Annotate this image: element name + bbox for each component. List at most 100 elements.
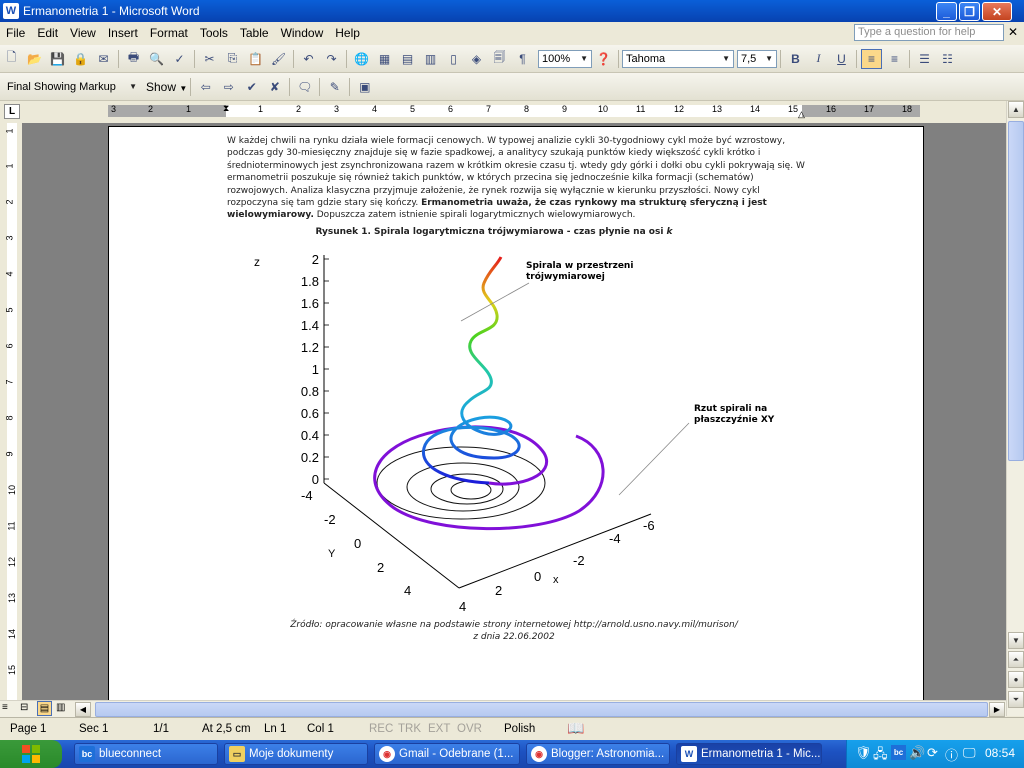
scroll-up-icon[interactable]: ▲ bbox=[1008, 101, 1024, 118]
menu-help[interactable]: Help bbox=[329, 26, 366, 40]
help-search-input[interactable]: Type a question for help bbox=[854, 24, 1004, 41]
hscroll-thumb[interactable] bbox=[95, 702, 988, 717]
menu-edit[interactable]: Edit bbox=[31, 26, 64, 40]
format-painter-icon[interactable]: 🖌 bbox=[268, 49, 289, 69]
monitor-icon[interactable]: 🖵 bbox=[963, 745, 976, 761]
task-blogger[interactable]: ◉ Blogger: Astronomia... bbox=[526, 743, 670, 765]
zoom-select[interactable]: 100% ▼ bbox=[538, 49, 592, 68]
vertical-ruler[interactable]: 1 1 2 3 4 5 6 7 8 9 10 11 12 13 14 15 bbox=[0, 123, 22, 700]
task-word[interactable]: W Ermanometria 1 - Mic... bbox=[676, 743, 822, 765]
doc-close-icon[interactable]: ✕ bbox=[1008, 25, 1018, 39]
tables-borders-icon[interactable]: ▦ bbox=[374, 49, 395, 69]
minimize-button[interactable]: _ bbox=[936, 2, 957, 21]
network-icon[interactable]: 🖧 bbox=[873, 745, 888, 767]
clock[interactable]: 08:54 bbox=[985, 746, 1015, 760]
menu-window[interactable]: Window bbox=[275, 26, 330, 40]
open-folder-icon[interactable]: 📂 bbox=[24, 49, 45, 69]
task-gmail[interactable]: ◉ Gmail - Odebrane (1... bbox=[374, 743, 520, 765]
status-ovr[interactable]: OVR bbox=[457, 723, 482, 735]
bold-icon[interactable]: B bbox=[785, 49, 806, 69]
document-page[interactable]: W każdej chwili na rynku działa wiele fo… bbox=[108, 126, 924, 700]
title-bar[interactable]: W Ermanometria 1 - Microsoft Word _ ❐ ✕ bbox=[0, 0, 1024, 22]
reject-change-icon[interactable]: ✘ bbox=[264, 77, 285, 97]
status-trk[interactable]: TRK bbox=[398, 723, 421, 735]
permission-icon[interactable]: 🔒 bbox=[70, 49, 91, 69]
start-button[interactable] bbox=[0, 740, 62, 768]
select-browse-object-icon[interactable]: ● bbox=[1008, 671, 1024, 688]
status-rec[interactable]: REC bbox=[369, 723, 393, 735]
drawing-icon[interactable]: ◈ bbox=[466, 49, 487, 69]
spelling-icon[interactable]: ✓ bbox=[169, 49, 190, 69]
menu-table[interactable]: Table bbox=[234, 26, 275, 40]
menu-file[interactable]: File bbox=[0, 26, 31, 40]
menu-insert[interactable]: Insert bbox=[102, 26, 144, 40]
task-moje-dokumenty[interactable]: ▭ Moje dokumenty bbox=[224, 743, 368, 765]
align-left-icon[interactable]: ≡ bbox=[861, 48, 882, 69]
copy-icon[interactable]: ⎘ bbox=[222, 49, 243, 69]
menu-view[interactable]: View bbox=[64, 26, 102, 40]
maximize-button[interactable]: ❐ bbox=[959, 2, 980, 21]
status-language[interactable]: Polish bbox=[504, 723, 535, 735]
document-area[interactable]: W każdej chwili na rynku działa wiele fo… bbox=[22, 123, 1006, 700]
new-document-icon[interactable]: 🗋 bbox=[1, 49, 22, 69]
reading-layout-icon[interactable]: ▥ bbox=[56, 702, 65, 713]
document-map-icon[interactable]: 🗐 bbox=[489, 49, 510, 69]
print-layout-icon[interactable]: ▤ bbox=[37, 701, 52, 716]
show-hide-icon[interactable]: ¶ bbox=[512, 49, 533, 69]
shield-icon[interactable]: 🛡 bbox=[855, 745, 872, 761]
font-size-select[interactable]: 7,5 ▼ bbox=[737, 49, 777, 68]
task-blueconnect[interactable]: bc blueconnect bbox=[74, 743, 218, 765]
align-center-icon[interactable]: ≡ bbox=[884, 49, 905, 69]
word-app-icon[interactable]: W bbox=[3, 3, 19, 19]
columns-icon[interactable]: ▯ bbox=[443, 49, 464, 69]
next-change-icon[interactable]: ⇨ bbox=[218, 77, 239, 97]
update-icon[interactable]: ⟳ bbox=[927, 745, 938, 761]
vertical-scrollbar[interactable]: ▲ ▼ ⏶ ● ⏷ bbox=[1006, 101, 1024, 716]
redo-icon[interactable]: ↷ bbox=[321, 49, 342, 69]
print-icon[interactable]: 🖶 bbox=[123, 49, 144, 69]
previous-change-icon[interactable]: ⇦ bbox=[195, 77, 216, 97]
italic-icon[interactable]: I bbox=[808, 49, 829, 69]
cut-icon[interactable]: ✂ bbox=[199, 49, 220, 69]
scroll-left-icon[interactable]: ◀ bbox=[75, 702, 91, 717]
undo-icon[interactable]: ↶ bbox=[298, 49, 319, 69]
spelling-status-icon[interactable]: 📖 bbox=[567, 720, 584, 737]
menu-format[interactable]: Format bbox=[144, 26, 194, 40]
display-for-review-select[interactable]: Final Showing Markup ▼ bbox=[4, 78, 140, 96]
status-ext[interactable]: EXT bbox=[428, 723, 450, 735]
print-preview-icon[interactable]: 🔍 bbox=[146, 49, 167, 69]
web-layout-icon[interactable]: ⊟ bbox=[20, 702, 28, 713]
horizontal-scrollbar[interactable]: ≡ ⊟ ▤ ▥ ◀ ▶ bbox=[0, 700, 1006, 717]
show-menu[interactable]: Show ▼ bbox=[146, 80, 187, 94]
insert-table-icon[interactable]: ▤ bbox=[397, 49, 418, 69]
close-button[interactable]: ✕ bbox=[982, 2, 1012, 21]
tab-selector-icon[interactable]: L bbox=[4, 104, 20, 119]
help-icon[interactable]: ❓ bbox=[593, 49, 614, 69]
normal-view-icon[interactable]: ≡ bbox=[2, 702, 8, 713]
underline-icon[interactable]: U bbox=[831, 49, 852, 69]
email-icon[interactable]: ✉ bbox=[93, 49, 114, 69]
next-page-icon[interactable]: ⏷ bbox=[1008, 691, 1024, 708]
body-paragraph[interactable]: W każdej chwili na rynku działa wiele fo… bbox=[227, 135, 807, 222]
font-select[interactable]: Tahoma ▼ bbox=[622, 49, 734, 68]
hyperlink-icon[interactable]: 🌐 bbox=[351, 49, 372, 69]
insert-comment-icon[interactable]: 🗨 bbox=[294, 77, 315, 97]
insert-excel-icon[interactable]: ▥ bbox=[420, 49, 441, 69]
volume-icon[interactable]: 🔊 bbox=[909, 745, 925, 761]
paste-icon[interactable]: 📋 bbox=[245, 49, 266, 69]
menu-tools[interactable]: Tools bbox=[194, 26, 234, 40]
accept-change-icon[interactable]: ✔ bbox=[241, 77, 262, 97]
indent-marker-icon[interactable]: ⧗ bbox=[223, 103, 229, 114]
blueconnect-tray-icon[interactable]: bc bbox=[891, 745, 906, 760]
previous-page-icon[interactable]: ⏶ bbox=[1008, 651, 1024, 668]
scroll-right-icon[interactable]: ▶ bbox=[989, 702, 1005, 717]
numbering-icon[interactable]: ☰ bbox=[914, 49, 935, 69]
save-icon[interactable]: 💾 bbox=[47, 49, 68, 69]
info-icon[interactable]: ⓘ bbox=[945, 745, 958, 764]
reviewing-pane-icon[interactable]: ▣ bbox=[354, 77, 375, 97]
scroll-down-icon[interactable]: ▼ bbox=[1008, 632, 1024, 649]
bullets-icon[interactable]: ☷ bbox=[937, 49, 958, 69]
scroll-thumb[interactable] bbox=[1008, 121, 1024, 461]
right-indent-marker-icon[interactable]: △ bbox=[798, 109, 805, 120]
track-changes-icon[interactable]: ✎ bbox=[324, 77, 345, 97]
